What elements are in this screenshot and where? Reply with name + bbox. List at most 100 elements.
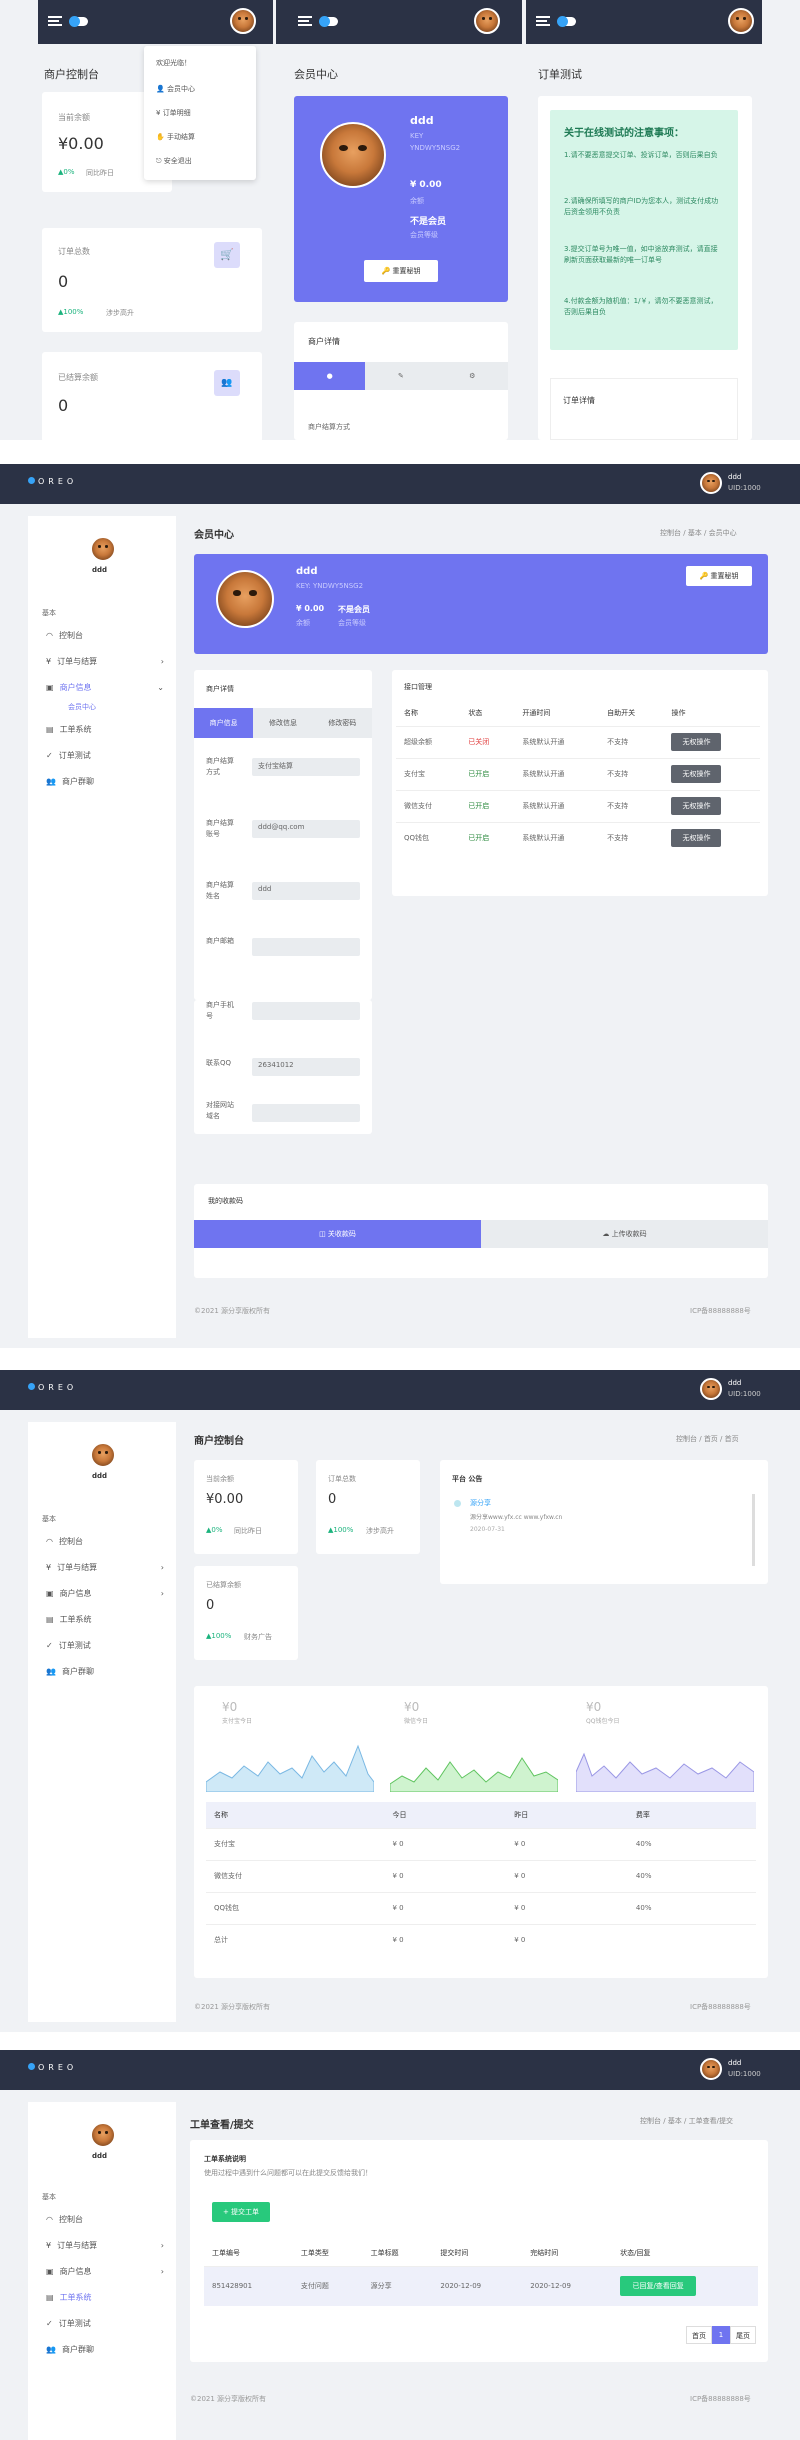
sidebar-item-label: 工单系统 bbox=[59, 1615, 92, 1624]
orders-compare: 涉步高升 bbox=[366, 1527, 394, 1535]
api-status: 已关闭 bbox=[460, 725, 515, 758]
dropdown-item-orders[interactable]: ¥ 订单明细 bbox=[156, 108, 191, 118]
theme-toggle-icon[interactable] bbox=[319, 16, 338, 27]
tab-info[interactable]: ● bbox=[294, 362, 366, 390]
api-time: 系统默认开通 bbox=[514, 757, 600, 790]
domain-field[interactable] bbox=[252, 1104, 360, 1122]
breadcrumb-item[interactable]: 基本 bbox=[668, 2117, 682, 2125]
sidebar-item-merchant[interactable]: ▣ 商户信息 › bbox=[46, 1588, 164, 1599]
sidebar-item-chat[interactable]: 👥 商户群聊 bbox=[46, 1666, 94, 1677]
avatar[interactable] bbox=[700, 472, 722, 494]
api-switch: 不支持 bbox=[599, 725, 664, 758]
breadcrumb-item[interactable]: 控制台 bbox=[660, 529, 681, 537]
email-field[interactable] bbox=[252, 938, 360, 956]
api-switch: 不支持 bbox=[599, 821, 664, 854]
balance-change: ▲0% bbox=[58, 168, 75, 176]
tab-qr-code[interactable]: ◫ 关收款码 bbox=[194, 1220, 481, 1248]
breadcrumb-item[interactable]: 控制台 bbox=[676, 1435, 697, 1443]
sidebar-item-merchant[interactable]: ▣ 商户信息 › bbox=[46, 2266, 164, 2277]
view-reply-button[interactable]: 已回复/查看回复 bbox=[620, 2276, 697, 2297]
menu-icon[interactable] bbox=[298, 16, 312, 26]
settle-method-field[interactable]: 支付宝结算 bbox=[252, 758, 360, 776]
footer-icp[interactable]: ICP备88888888号 bbox=[690, 1306, 751, 1316]
tab-password[interactable]: ⚙ bbox=[437, 362, 508, 390]
announcement-title: 平台 公告 bbox=[452, 1475, 483, 1483]
settled-value: 0 bbox=[206, 1598, 215, 1613]
page-first-button[interactable]: 首页 bbox=[686, 2326, 712, 2344]
sidebar-item-dashboard[interactable]: ◠ 控制台 bbox=[46, 1536, 83, 1547]
tab-edit[interactable]: 修改信息 bbox=[253, 708, 312, 738]
tab-password[interactable]: 修改密码 bbox=[313, 708, 372, 738]
profile-balance: ¥ 0.00 bbox=[410, 180, 442, 190]
sidebar-item-tickets[interactable]: ▤ 工单系统 bbox=[46, 2292, 92, 2303]
profile-balance-label: 余额 bbox=[410, 197, 424, 205]
sidebar-item-dashboard[interactable]: ◠ 控制台 bbox=[46, 2214, 83, 2225]
no-permission-button[interactable]: 无权操作 bbox=[671, 797, 722, 815]
footer-icp[interactable]: ICP备88888888号 bbox=[690, 2394, 751, 2404]
reset-key-button[interactable]: 🔑 重置秘钥 bbox=[686, 566, 752, 586]
page-number-button[interactable]: 1 bbox=[712, 2326, 730, 2344]
no-permission-button[interactable]: 无权操作 bbox=[671, 765, 722, 783]
breadcrumb-item[interactable]: 基本 bbox=[688, 529, 702, 537]
breadcrumb-item[interactable]: 控制台 bbox=[640, 2117, 661, 2125]
sidebar-item-test[interactable]: ✓ 订单测试 bbox=[46, 750, 91, 761]
sidebar-item-merchant[interactable]: ▣ 商户信息 ⌄ bbox=[46, 682, 164, 693]
page-last-button[interactable]: 尾页 bbox=[730, 2326, 756, 2344]
chevron-down-icon: ⌄ bbox=[157, 683, 164, 692]
user-uid: UID:1000 bbox=[728, 1390, 761, 1398]
menu-icon[interactable] bbox=[536, 16, 550, 26]
menu-icon[interactable] bbox=[48, 16, 62, 26]
theme-toggle-icon[interactable] bbox=[69, 16, 88, 27]
dropdown-item-member[interactable]: 👤 会员中心 bbox=[156, 84, 195, 94]
qr-title: 我的收款码 bbox=[208, 1197, 243, 1205]
merchant-tabs: 商户信息 修改信息 修改密码 bbox=[194, 708, 372, 738]
tab-upload-qr[interactable]: ☁ 上传收款码 bbox=[481, 1220, 768, 1248]
settled-label: 已结算余额 bbox=[58, 373, 98, 382]
tab-info[interactable]: 商户信息 bbox=[194, 708, 254, 738]
dropdown-item-settle[interactable]: ✋ 手动结算 bbox=[156, 132, 195, 142]
breadcrumb-item: 首页 bbox=[724, 1435, 739, 1443]
sidebar-subitem-member[interactable]: 会员中心 bbox=[68, 702, 96, 712]
money-icon: ¥ bbox=[46, 1563, 52, 1572]
avatar[interactable] bbox=[700, 2058, 722, 2080]
avatar[interactable] bbox=[700, 1378, 722, 1400]
avatar[interactable] bbox=[728, 8, 754, 34]
sidebar-item-test[interactable]: ✓ 订单测试 bbox=[46, 2318, 91, 2329]
announcement-scrollbar[interactable] bbox=[752, 1494, 755, 1566]
no-permission-button[interactable]: 无权操作 bbox=[671, 733, 722, 751]
phone-field[interactable] bbox=[252, 1002, 360, 1020]
settle-account-field[interactable]: ddd@qq.com bbox=[252, 820, 360, 838]
settle-name-field[interactable]: ddd bbox=[252, 882, 360, 900]
sidebar-item-tickets[interactable]: ▤ 工单系统 bbox=[46, 724, 92, 735]
sidebar-item-orders[interactable]: ¥ 订单与结算 › bbox=[46, 1562, 164, 1573]
qq-field[interactable]: 26341012 bbox=[252, 1058, 360, 1076]
dashboard-icon: ◠ bbox=[46, 2215, 53, 2224]
sidebar-item-chat[interactable]: 👥 商户群聊 bbox=[46, 2344, 94, 2355]
sidebar-item-orders[interactable]: ¥ 订单与结算 › bbox=[46, 656, 164, 667]
sidebar-item-test[interactable]: ✓ 订单测试 bbox=[46, 1640, 91, 1651]
no-permission-button[interactable]: 无权操作 bbox=[671, 829, 722, 848]
tab-edit[interactable]: ✎ bbox=[365, 362, 436, 390]
sidebar-item-dashboard[interactable]: ◠ 控制台 bbox=[46, 630, 83, 641]
sidebar-item-orders[interactable]: ¥ 订单与结算 › bbox=[46, 2240, 164, 2251]
announcement-item[interactable]: 源分享 bbox=[470, 1498, 491, 1508]
theme-toggle-icon[interactable] bbox=[557, 16, 576, 27]
alipay-sparkline bbox=[206, 1744, 374, 1792]
notice-item: 4.付款金额为随机值：1/￥，请勿不要恶意测试，否则后果自负 bbox=[564, 297, 718, 316]
api-title: 接口管理 bbox=[404, 683, 432, 691]
settled-card: 已结算余额 0 ▲100% 财务广告 bbox=[194, 1566, 298, 1660]
footer-icp[interactable]: ICP备88888888号 bbox=[690, 2002, 751, 2012]
breadcrumb-item[interactable]: 首页 bbox=[704, 1435, 718, 1443]
sidebar-item-chat[interactable]: 👥 商户群聊 bbox=[46, 776, 94, 787]
avatar[interactable] bbox=[230, 8, 256, 34]
reset-key-button[interactable]: 🔑 重置秘钥 bbox=[364, 260, 438, 282]
sidebar-item-tickets[interactable]: ▤ 工单系统 bbox=[46, 1614, 92, 1625]
sidebar-avatar bbox=[90, 1442, 116, 1468]
chart-label: QQ钱包今日 bbox=[586, 1718, 620, 1725]
table-cell bbox=[627, 1923, 756, 1956]
ticket-desc-title: 工单系统说明 bbox=[204, 2155, 246, 2163]
avatar[interactable] bbox=[474, 8, 500, 34]
submit-ticket-button[interactable]: + 提交工单 bbox=[212, 2202, 270, 2222]
profile-balance: ¥ 0.00 bbox=[296, 604, 325, 613]
dropdown-item-logout[interactable]: ⎋ 安全退出 bbox=[156, 156, 192, 166]
